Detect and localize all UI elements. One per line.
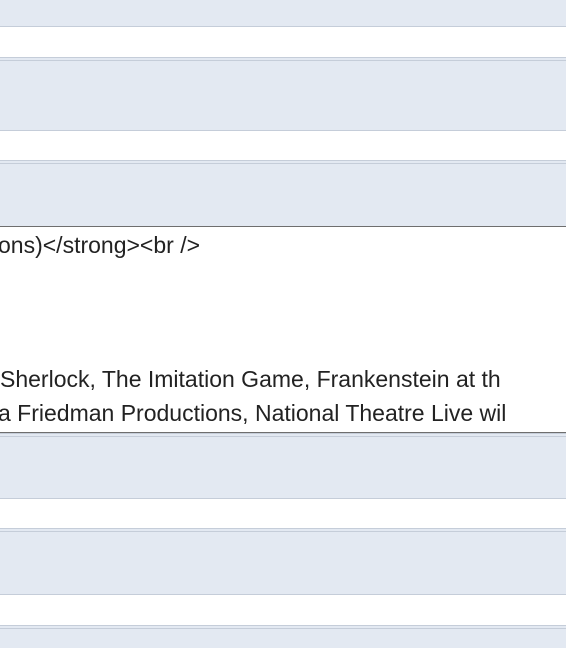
table-row[interactable] [0,0,566,27]
table-row[interactable] [0,433,566,499]
table-row-spacer [0,499,566,528]
table-row[interactable] [0,528,566,595]
description-line-1: Sherlock, The Imitation Game, Frankenste… [0,366,501,392]
table-row[interactable] [0,160,566,227]
row-divider [0,226,566,227]
expanded-row-content: ons)</strong><br /> Sherlock, The Imitat… [0,228,566,432]
table-row-spacer [0,595,566,625]
table-row-spacer [0,131,566,160]
table-row[interactable] [0,57,566,131]
table-viewport: ons)</strong><br /> Sherlock, The Imitat… [0,0,566,648]
code-text-line: ons)</strong><br /> [0,232,201,258]
table-row[interactable] [0,625,566,648]
description-line-2: a Friedman Productions, National Theatre… [0,400,507,426]
table-row-spacer [0,27,566,57]
